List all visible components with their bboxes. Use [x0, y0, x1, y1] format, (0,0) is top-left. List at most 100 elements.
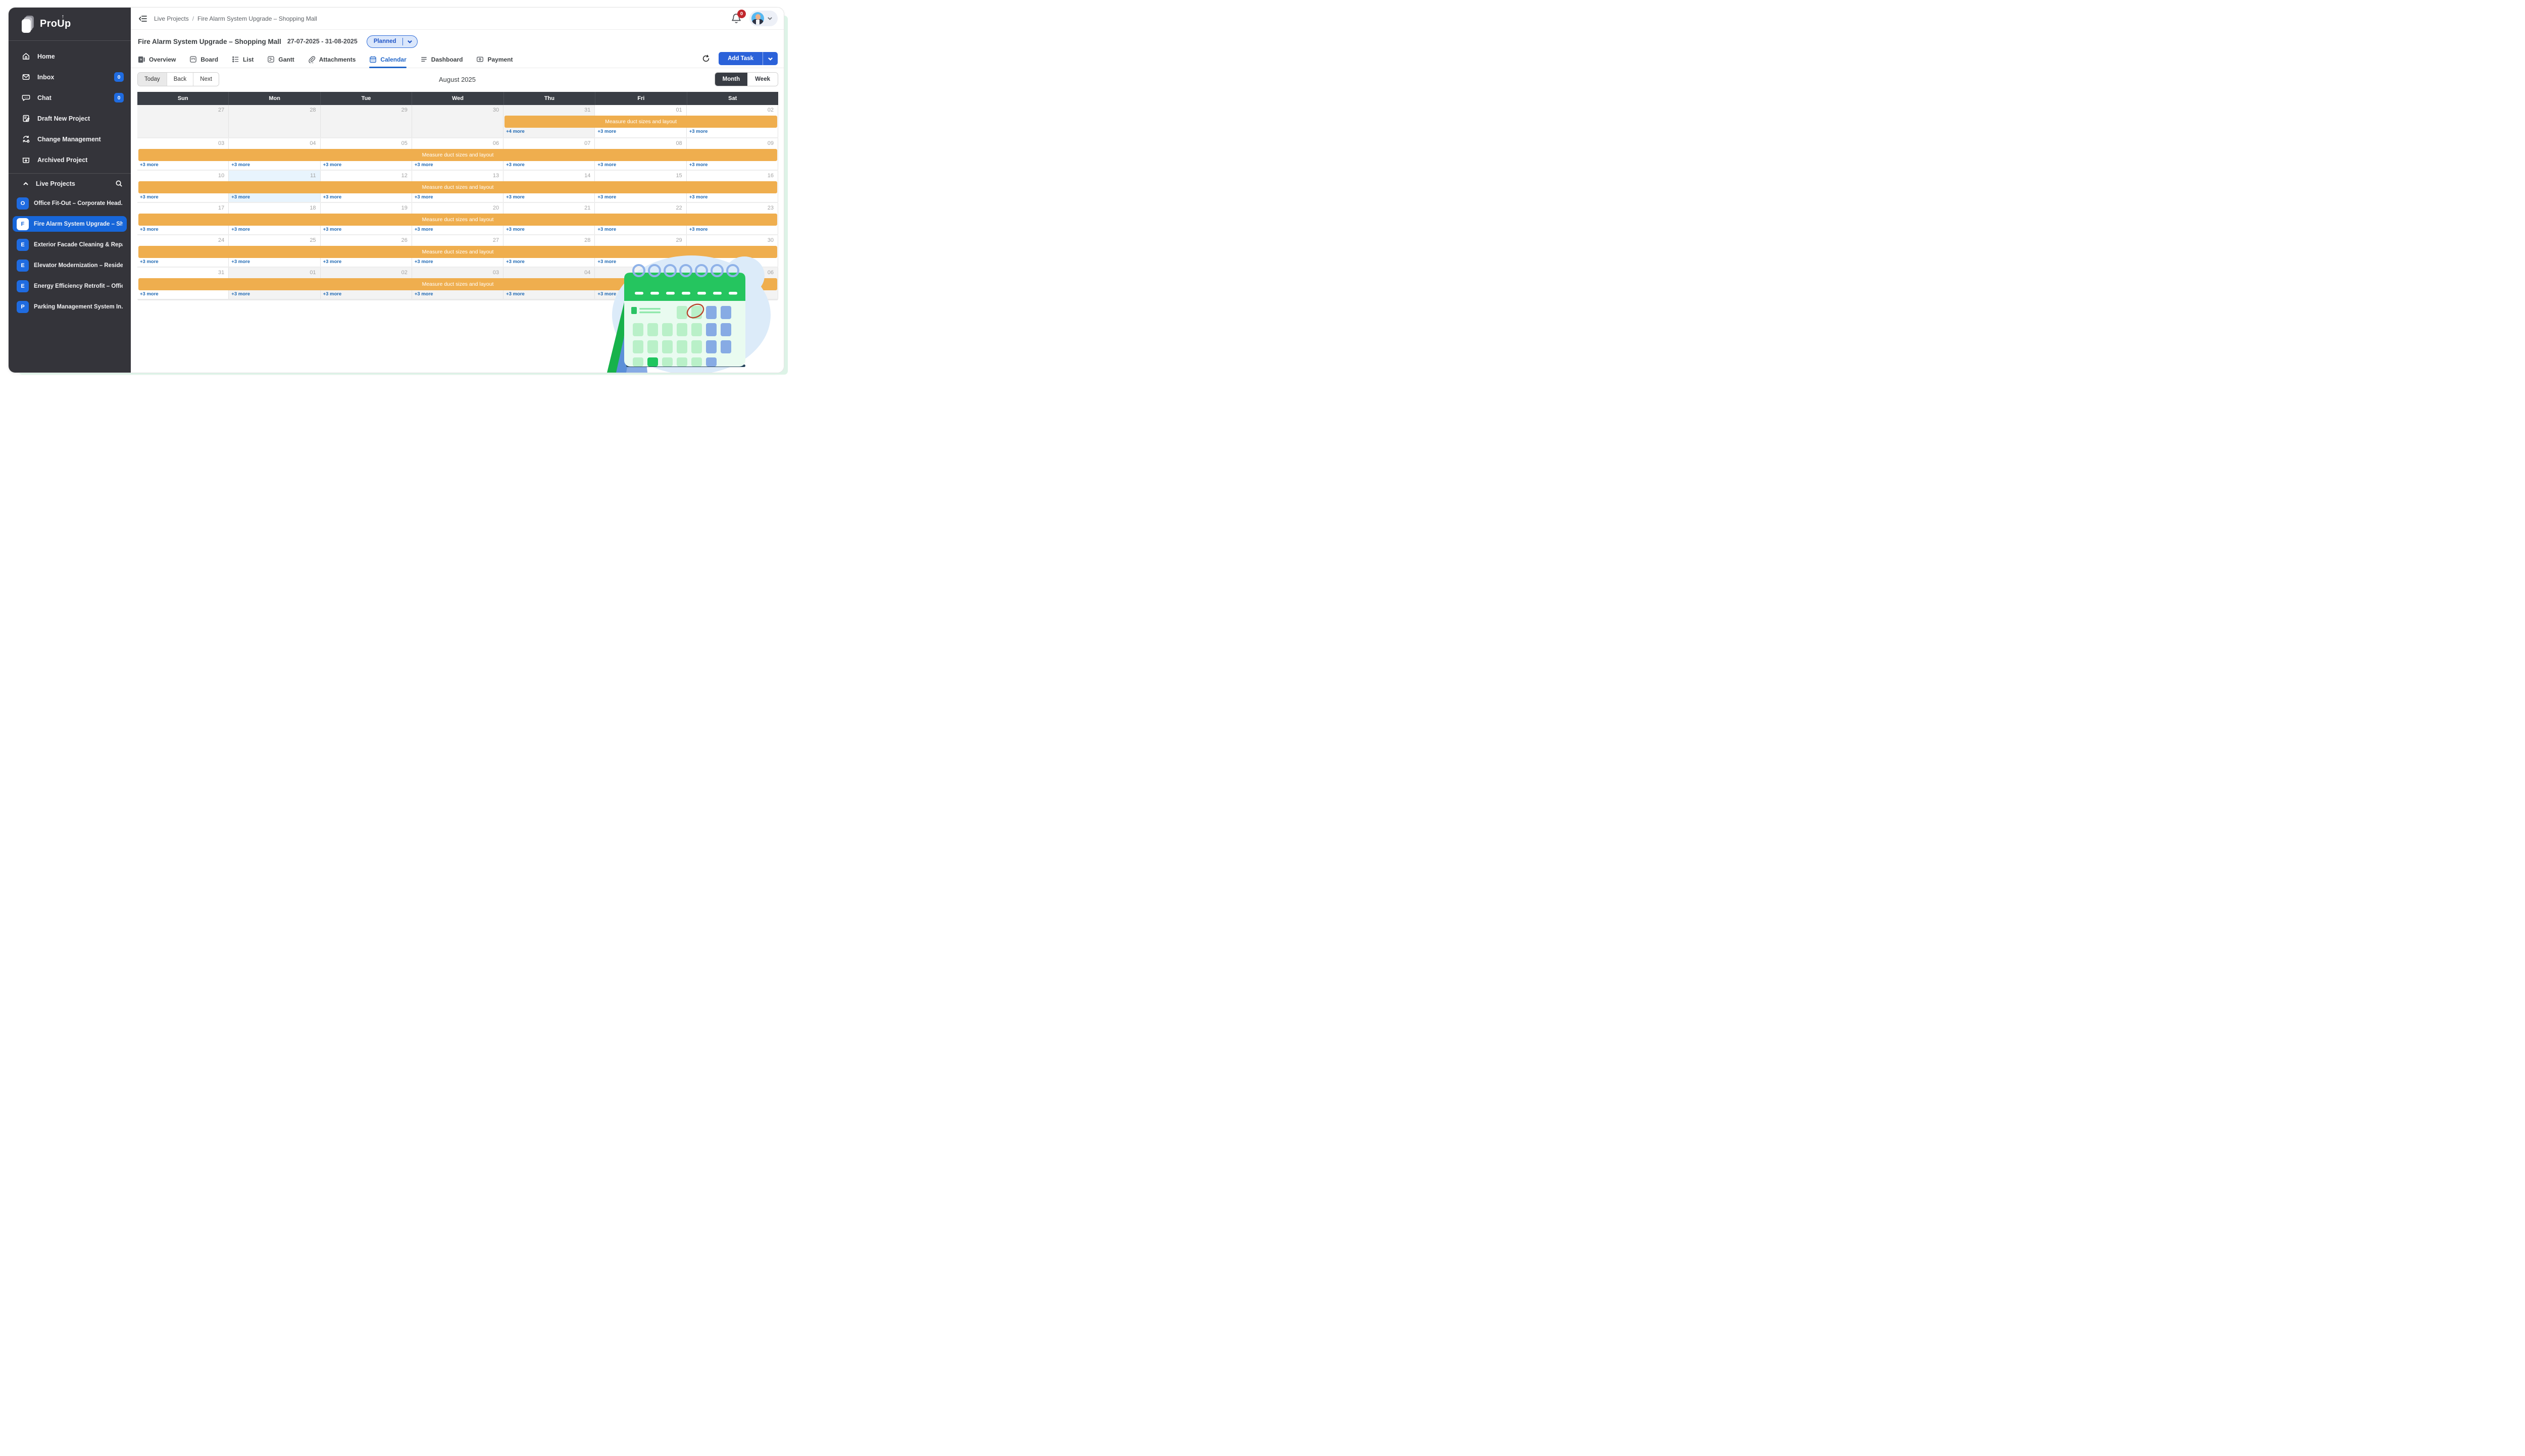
more-events-link[interactable]: +3 more: [597, 291, 616, 297]
status-dropdown[interactable]: Planned: [367, 35, 418, 48]
more-events-link[interactable]: +3 more: [689, 129, 708, 134]
more-events-link[interactable]: +3 more: [415, 259, 433, 265]
tab-payment[interactable]: Payment: [476, 53, 513, 68]
chat-icon: [22, 93, 30, 102]
add-task-split-button: Add Task: [719, 52, 778, 65]
sidebar-item-label: Chat: [37, 94, 52, 101]
more-events-link[interactable]: +3 more: [689, 194, 708, 200]
more-events-link[interactable]: +3 more: [597, 129, 616, 134]
sidebar-project-item[interactable]: O Office Fit-Out – Corporate Head...: [13, 195, 127, 211]
sidebar-section-live-projects[interactable]: Live Projects: [9, 173, 131, 193]
calendar-day-cell[interactable]: 29: [321, 105, 412, 137]
calendar-icon: [369, 56, 377, 63]
more-events-link[interactable]: +3 more: [689, 259, 708, 265]
attach-icon: [308, 56, 316, 63]
back-button[interactable]: Back: [167, 73, 194, 86]
event-bar[interactable]: Measure duct sizes and layout: [138, 278, 777, 290]
more-events-link[interactable]: +3 more: [231, 162, 250, 168]
tab-attachments[interactable]: Attachments: [308, 53, 356, 68]
calendar-week-row: 31+3 more01+3 more02+3 more03+3 more04+3…: [137, 267, 778, 299]
sidebar-project-item[interactable]: P Parking Management System In...: [13, 299, 127, 315]
refresh-icon[interactable]: [701, 54, 711, 63]
event-bar[interactable]: Measure duct sizes and layout: [138, 181, 777, 193]
sidebar-item-change-management[interactable]: Change Management: [9, 129, 131, 149]
more-events-link[interactable]: +3 more: [415, 194, 433, 200]
sidebar-item-draft-new-project[interactable]: Draft New Project: [9, 108, 131, 129]
calendar-day-cell[interactable]: 27: [137, 105, 229, 137]
sidebar-project-item[interactable]: E Exterior Facade Cleaning & Repa...: [13, 237, 127, 252]
more-events-link[interactable]: +3 more: [323, 162, 342, 168]
event-bar[interactable]: Measure duct sizes and layout: [138, 214, 777, 226]
more-events-link[interactable]: +3 more: [415, 227, 433, 232]
weekday-header-sun: Sun: [137, 92, 229, 105]
sidebar-project-item[interactable]: F Fire Alarm System Upgrade – Sh...: [13, 216, 127, 232]
more-events-link[interactable]: +3 more: [597, 194, 616, 200]
sidebar-item-chat[interactable]: Chat0: [9, 87, 131, 108]
day-number: 01: [310, 270, 316, 276]
sidebar-item-archived-project[interactable]: Archived Project: [9, 149, 131, 170]
weekday-header-tue: Tue: [321, 92, 412, 105]
more-events-link[interactable]: +3 more: [140, 162, 159, 168]
sidebar-item-label: Draft New Project: [37, 115, 90, 122]
more-events-link[interactable]: +3 more: [506, 259, 525, 265]
more-events-link[interactable]: +3 more: [689, 162, 708, 168]
sidebar-item-inbox[interactable]: Inbox0: [9, 67, 131, 87]
breadcrumb-live-projects[interactable]: Live Projects: [154, 15, 189, 22]
more-events-link[interactable]: +3 more: [415, 162, 433, 168]
more-events-link[interactable]: +3 more: [140, 227, 159, 232]
calendar-day-cell[interactable]: 28: [229, 105, 320, 137]
more-events-link[interactable]: +3 more: [231, 291, 250, 297]
tabs-bar: Overview Board List Gantt Attachments Ca…: [131, 53, 784, 68]
event-bar[interactable]: Measure duct sizes and layout: [138, 246, 777, 258]
calendar-day-cell[interactable]: 30: [412, 105, 503, 137]
sidebar-project-item[interactable]: E Energy Efficiency Retrofit – Offic...: [13, 278, 127, 294]
event-bar[interactable]: Measure duct sizes and layout: [138, 149, 777, 161]
tab-dashboard[interactable]: Dashboard: [420, 53, 463, 68]
more-events-link[interactable]: +3 more: [323, 259, 342, 265]
more-events-link[interactable]: +3 more: [140, 291, 159, 297]
today-button[interactable]: Today: [138, 73, 167, 86]
day-number: 01: [676, 107, 682, 113]
notifications-button[interactable]: 0: [730, 13, 742, 25]
more-events-link[interactable]: +3 more: [597, 162, 616, 168]
more-events-link[interactable]: +3 more: [231, 227, 250, 232]
more-events-link[interactable]: +3 more: [597, 227, 616, 232]
search-icon[interactable]: [115, 180, 123, 187]
project-label: Exterior Facade Cleaning & Repa...: [34, 242, 123, 248]
more-events-link[interactable]: +3 more: [140, 194, 159, 200]
more-events-link[interactable]: +3 more: [323, 227, 342, 232]
day-number: 03: [218, 140, 224, 146]
more-events-link[interactable]: +3 more: [323, 291, 342, 297]
add-task-dropdown[interactable]: [763, 52, 778, 65]
more-events-link[interactable]: +3 more: [689, 227, 708, 232]
event-bar[interactable]: Measure duct sizes and layout: [504, 116, 777, 128]
more-events-link[interactable]: +3 more: [231, 259, 250, 265]
more-events-link[interactable]: +3 more: [597, 259, 616, 265]
next-button[interactable]: Next: [193, 73, 219, 86]
more-events-link[interactable]: +3 more: [231, 194, 250, 200]
sidebar-collapse-icon[interactable]: [138, 14, 148, 24]
sidebar-item-home[interactable]: Home: [9, 46, 131, 67]
tab-label: List: [243, 56, 254, 63]
week-view-button[interactable]: Week: [747, 73, 778, 86]
tab-overview[interactable]: Overview: [138, 53, 176, 68]
more-events-link[interactable]: +3 more: [415, 291, 433, 297]
tab-gantt[interactable]: Gantt: [267, 53, 294, 68]
user-menu[interactable]: [749, 11, 778, 26]
add-task-button[interactable]: Add Task: [719, 52, 763, 65]
tab-calendar[interactable]: Calendar: [369, 53, 406, 68]
day-number: 27: [218, 107, 224, 113]
more-events-link[interactable]: +3 more: [140, 259, 159, 265]
day-number: 02: [401, 270, 408, 276]
more-events-link[interactable]: +3 more: [506, 162, 525, 168]
more-events-link[interactable]: +3 more: [323, 194, 342, 200]
sidebar-project-item[interactable]: E Elevator Modernization – Reside...: [13, 257, 127, 273]
month-view-button[interactable]: Month: [715, 73, 747, 86]
more-events-link[interactable]: +3 more: [506, 227, 525, 232]
tab-board[interactable]: Board: [189, 53, 218, 68]
more-events-link[interactable]: +3 more: [506, 194, 525, 200]
more-events-link[interactable]: +4 more: [506, 129, 525, 134]
more-events-link[interactable]: +3 more: [506, 291, 525, 297]
tab-list[interactable]: List: [232, 53, 254, 68]
calendar-week-row: 2728293031+4 more01+3 more02+3 moreMeasu…: [137, 105, 778, 137]
